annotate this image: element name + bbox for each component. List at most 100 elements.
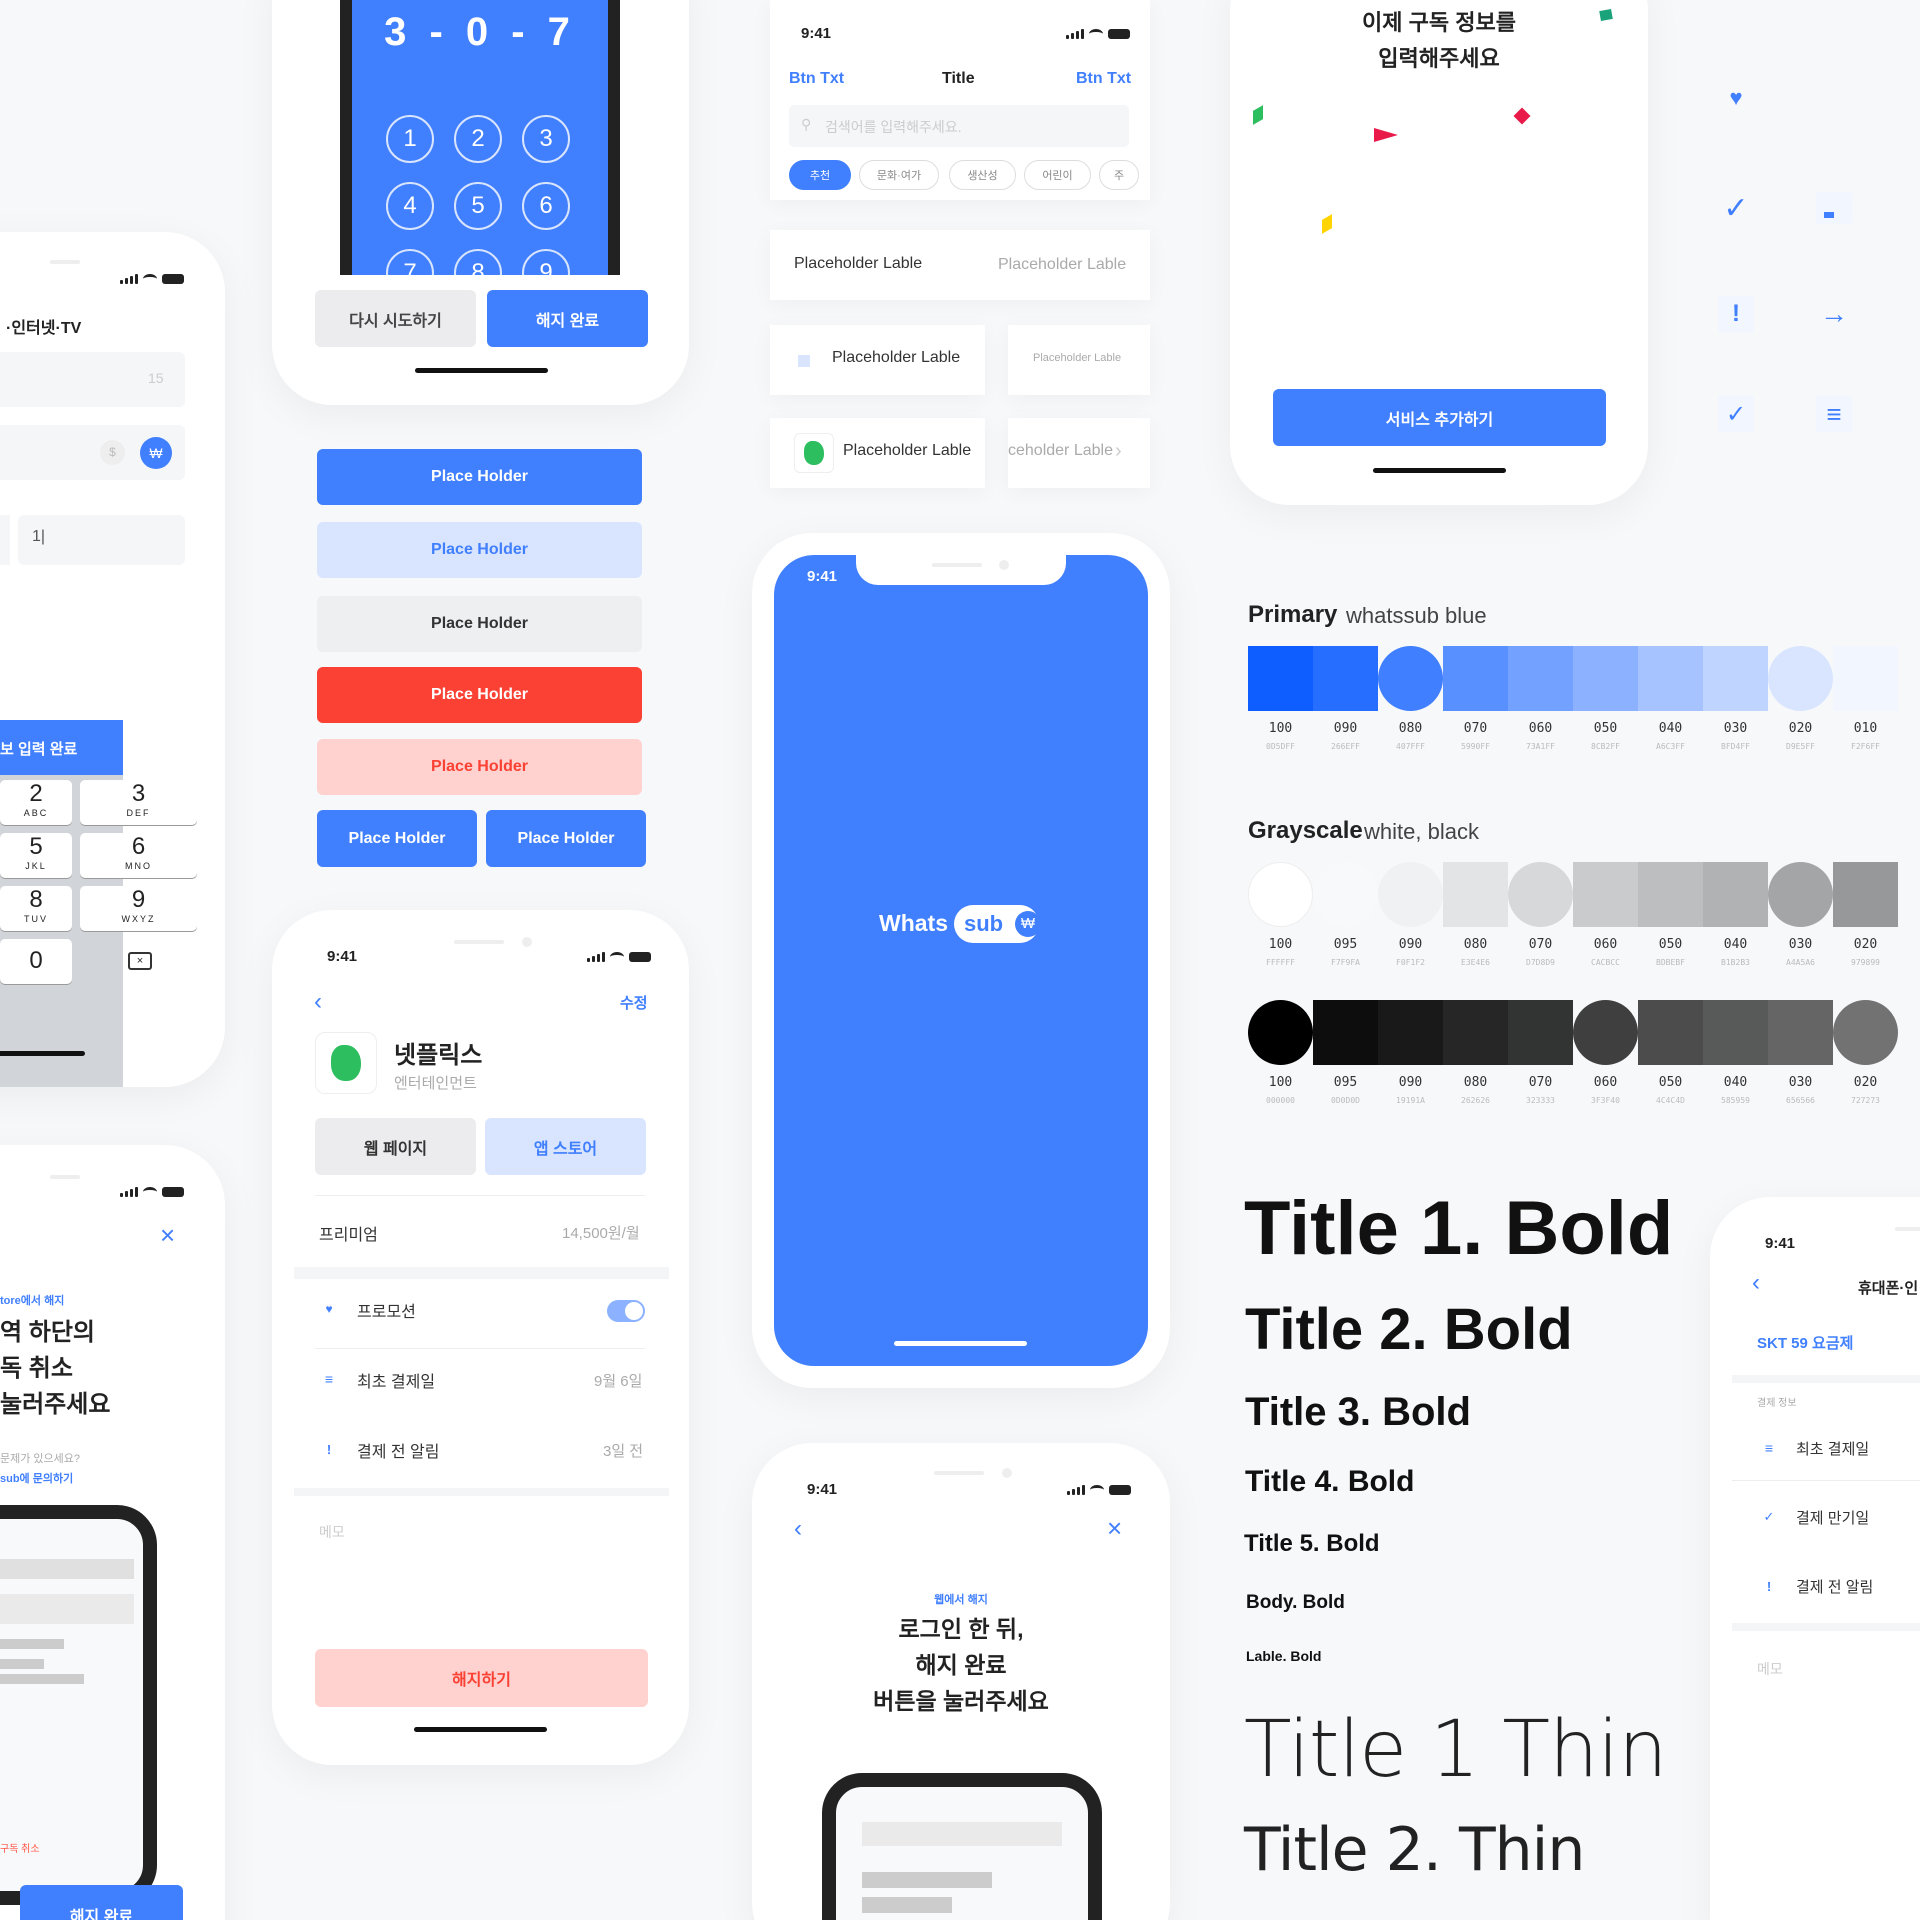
back-icon[interactable]: ‹ (794, 1515, 802, 1543)
login-guide-card: 9:41 ‹ × 웹에서 해지 로그인 한 뒤, 해지 완료 버튼을 눌러주세요 (752, 1443, 1170, 1920)
status-time: 9:41 (807, 1481, 838, 1498)
white-swatch-050 (1638, 862, 1703, 927)
app-store-button[interactable]: 앱 스토어 (485, 1118, 646, 1175)
black-swatch-050 (1638, 1000, 1703, 1065)
payment-info-card: 9:41 ‹ 휴대폰·인 SKT 59 요금제 결제 정보 ≡ 최초 결제일 ✓… (1710, 1197, 1920, 1920)
pin-key-3[interactable]: 3 (522, 115, 570, 163)
heart-icon: ♥ (325, 1302, 333, 1316)
list-tile-b[interactable]: Placeholder Lable (770, 325, 985, 395)
danger-light-button[interactable]: Place Holder (317, 739, 642, 795)
list-tile-a[interactable]: Placeholder Lable Placeholder Lable (770, 230, 1150, 300)
complete-button[interactable]: 해지 완료 (487, 290, 648, 347)
back-icon[interactable]: ‹ (314, 988, 322, 1016)
keypad-phone-card: ·인터넷·TV 15 $ ₩ 1| 보 입력 완료 2 ABC 3 DEF 5 JKL… (0, 232, 225, 1087)
plan-label: 프리미엄 (319, 1227, 378, 1244)
notify-label: 결제 전 알림 (1796, 1579, 1874, 1596)
won-toggle[interactable]: ₩ (140, 437, 172, 469)
black-swatch-100 (1248, 1000, 1313, 1065)
key-8[interactable]: 8 TUV (0, 886, 72, 931)
help-link[interactable]: sub에 문의하기 (0, 1470, 73, 1486)
pin-key-5[interactable]: 5 (454, 182, 502, 230)
pin-key-1[interactable]: 1 (386, 115, 434, 163)
black-swatch-label-060: 060 3F3F40 (1591, 1075, 1620, 1105)
list-icon: ≡ (1764, 1440, 1774, 1456)
key-2[interactable]: 2 ABC (0, 780, 72, 825)
pin-key-2[interactable]: 2 (454, 115, 502, 163)
status-icons (120, 1187, 184, 1197)
white-swatch-label-040: 040 B1B2B3 (1721, 937, 1750, 967)
elephant-icon (331, 1045, 361, 1081)
notify-value: 3일 전 (603, 1443, 644, 1460)
promo-label: 프로모션 (357, 1304, 416, 1321)
list-tile-b2[interactable]: Placeholder Lable (1008, 325, 1150, 395)
chevron-right-icon: › (1115, 440, 1122, 462)
danger-button[interactable]: Place Holder (317, 667, 642, 723)
section-title: 결제 정보 (1757, 1398, 1797, 1409)
alert-icon: ! (326, 1441, 332, 1457)
split-button-right[interactable]: Place Holder (486, 810, 646, 867)
back-icon[interactable]: ‹ (1752, 1269, 1760, 1297)
done-banner[interactable]: 보 입력 완료 (0, 720, 123, 775)
black-swatch-030 (1768, 1000, 1833, 1065)
secondary-button[interactable]: Place Holder (317, 522, 642, 578)
web-page-button[interactable]: 웹 페이지 (315, 1118, 476, 1175)
guide-heading: 역 하단의 독 취소 눌러주세요 (0, 1319, 111, 1418)
white-swatch-label-070: 070 D7D8D9 (1526, 937, 1555, 967)
white-swatch-060 (1573, 862, 1638, 927)
phone-illustration (822, 1773, 1102, 1920)
typed-input[interactable]: 1| (18, 515, 185, 565)
cancel-subscription-button[interactable]: 해지하기 (315, 1649, 648, 1707)
pin-key-4[interactable]: 4 (386, 182, 434, 230)
close-icon[interactable]: × (1107, 1513, 1122, 1544)
home-indicator (0, 1051, 85, 1056)
primary-swatch-label-060: 060 73A1FF (1526, 721, 1555, 751)
primary-swatch-050 (1573, 646, 1638, 711)
chip-culture[interactable]: 문화·여가 (859, 160, 939, 190)
search-input[interactable]: ⚲ 검색어를 입력해주세요. (789, 105, 1129, 147)
service-category: 엔터테인먼트 (394, 1075, 477, 1092)
chip-more[interactable]: 주 (1099, 160, 1139, 190)
home-indicator (894, 1341, 1027, 1346)
dollar-toggle[interactable]: $ (100, 440, 125, 465)
edit-button[interactable]: 수정 (620, 992, 648, 1013)
key-9[interactable]: 9 WXYZ (80, 886, 197, 931)
cancel-guide-card: × tore에서 해지 역 하단의 독 취소 눌러주세요 문제가 있으세요? sub… (0, 1145, 225, 1920)
first-pay-label: 최초 결제일 (1796, 1441, 1870, 1458)
black-swatch-label-040: 040 585959 (1721, 1075, 1750, 1105)
nav-right-button[interactable]: Btn Txt (1076, 70, 1131, 88)
notify-label: 결제 전 알림 (357, 1444, 440, 1461)
white-swatch-070 (1508, 862, 1573, 927)
backspace-icon[interactable]: × (128, 952, 152, 970)
memo-field[interactable]: 메모 (319, 1522, 345, 1542)
pin-key-6[interactable]: 6 (522, 182, 570, 230)
add-service-button[interactable]: 서비스 추가하기 (1273, 389, 1606, 446)
intro-heading: 이제 구독 정보를 입력해주세요 (1362, 10, 1516, 71)
key-3[interactable]: 3 DEF (80, 780, 197, 825)
key-6[interactable]: 6 MNO (80, 833, 197, 878)
guide-heading: 로그인 한 뒤, 해지 완료 버튼을 눌러주세요 (873, 1616, 1049, 1714)
promo-toggle[interactable] (607, 1300, 645, 1322)
chip-productivity[interactable]: 생산성 (949, 160, 1016, 190)
white-swatch-label-060: 060 CACBCC (1591, 937, 1620, 967)
chip-kids[interactable]: 어린이 (1024, 160, 1091, 190)
primary-button[interactable]: Place Holder (317, 449, 642, 505)
list-tile-c2[interactable]: ceholder Lable › (1008, 418, 1150, 488)
char-counter: 15 (148, 370, 164, 386)
key-0[interactable]: 0 (0, 939, 72, 984)
eyebrow: 웹에서 해지 (934, 1594, 988, 1606)
done-button[interactable]: 해지 완료 (20, 1885, 183, 1920)
nav-left-button[interactable]: Btn Txt (789, 70, 844, 88)
status-icons (1067, 1485, 1131, 1495)
split-button-left[interactable]: Place Holder (317, 810, 477, 867)
close-icon[interactable]: × (160, 1220, 175, 1251)
memo-field[interactable]: 메모 (1757, 1659, 1783, 1679)
primary-swatch-label-030: 030 BFD4FF (1721, 721, 1750, 751)
list-tile-c[interactable]: Placeholder Lable (770, 418, 985, 488)
black-swatch-label-030: 030 656566 (1786, 1075, 1815, 1105)
status-time: 9:41 (1765, 1235, 1796, 1252)
section-gap (294, 1267, 669, 1279)
gray-button[interactable]: Place Holder (317, 596, 642, 652)
retry-button[interactable]: 다시 시도하기 (315, 290, 476, 347)
key-5[interactable]: 5 JKL (0, 833, 72, 878)
chip-recommend[interactable]: 추천 (789, 160, 851, 190)
